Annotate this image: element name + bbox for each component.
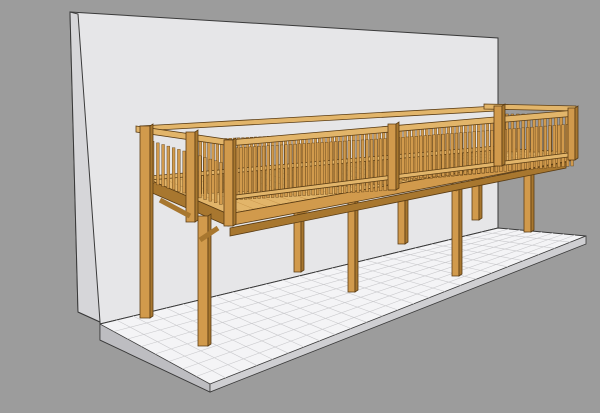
baluster-left-end (166, 145, 170, 189)
baluster-left-end (156, 142, 160, 186)
baluster-front (361, 139, 365, 193)
baluster-left-end (208, 158, 212, 202)
rail-post-front-mid (387, 123, 397, 191)
baluster-left-end (203, 157, 207, 200)
baluster-front (557, 124, 561, 168)
corner-post-left-back-side (149, 123, 154, 319)
baluster-front (243, 146, 248, 200)
baluster-front (248, 146, 252, 200)
baluster-left-end (219, 162, 223, 205)
baluster-front (262, 145, 266, 199)
baluster-front (374, 138, 378, 192)
baluster-left-end (213, 160, 218, 203)
baluster-front (530, 126, 534, 170)
rail-post-front-corner-side (232, 137, 237, 227)
rail-post-front-right-side (501, 103, 506, 167)
baluster-front (356, 140, 360, 193)
rail-post-right-end-side (574, 105, 579, 161)
support-post-4 (451, 183, 460, 277)
baluster-front (379, 138, 383, 192)
baluster-front (405, 136, 410, 180)
support-post-6 (523, 169, 532, 233)
baluster-front (517, 127, 521, 171)
baluster-front (370, 139, 374, 192)
3d-viewport[interactable] (0, 0, 600, 413)
baluster-front (561, 124, 565, 167)
baluster-front (548, 125, 552, 168)
baluster-front (383, 138, 387, 191)
baluster-left-end (161, 144, 165, 187)
baluster-front (552, 125, 556, 168)
support-post-4-side (458, 181, 463, 277)
baluster-left-end (171, 147, 176, 190)
rail-post-front-corner (223, 139, 234, 227)
baluster-front (252, 146, 257, 199)
baluster-front (365, 139, 369, 192)
baluster-front (257, 146, 261, 199)
baluster-front (543, 125, 547, 169)
support-post-3-side (404, 193, 409, 245)
baluster-front (401, 137, 405, 180)
baluster-front (239, 147, 243, 200)
rail-post-left (185, 131, 196, 223)
support-post-2 (347, 199, 356, 293)
baluster-front (352, 140, 356, 193)
baluster-left-end (182, 150, 186, 194)
rail-post-front-mid-side (395, 121, 400, 191)
rail-post-front-right (493, 105, 503, 167)
baluster-front (534, 126, 539, 170)
rail-post-right-end (567, 107, 576, 161)
baluster-front (539, 126, 543, 169)
support-post-6-side (530, 167, 535, 233)
corner-post-left-back (139, 125, 151, 319)
support-post-3 (397, 195, 406, 245)
baluster-front (526, 127, 530, 170)
baluster-front (266, 145, 270, 198)
baluster-front (521, 127, 525, 171)
baluster-front (271, 145, 275, 198)
rail-post-left-side (194, 129, 199, 223)
balcony-model-render[interactable] (0, 0, 600, 413)
baluster-left-end (177, 149, 181, 192)
baluster-left-end (198, 155, 202, 199)
support-post-2-side (354, 197, 359, 293)
